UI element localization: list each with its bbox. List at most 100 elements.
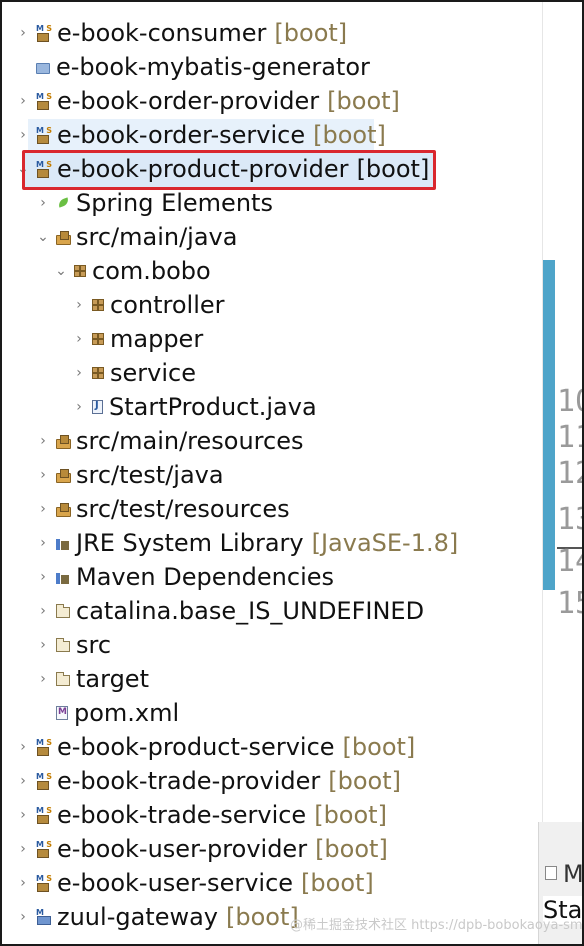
package-explorer-window: › S e-book-consumer [boot] e-book-mybati…	[0, 0, 584, 946]
tree-item-decoration: [boot]	[274, 19, 348, 47]
tree-item-decoration: [boot]	[327, 87, 400, 115]
chevron-right-icon[interactable]: ›	[16, 93, 30, 109]
tree-item-target[interactable]: › target	[2, 662, 540, 696]
spring-leaf-icon	[56, 196, 70, 210]
source-folder-icon	[56, 502, 71, 517]
tree-item-label: src/main/resources	[76, 427, 304, 455]
tree-item-label: Maven Dependencies	[76, 563, 335, 591]
tree-item-e-book-product-service[interactable]: › S e-book-product-service [boot]	[2, 730, 540, 764]
tree-item-label: src/test/resources	[76, 495, 290, 523]
maven-spring-project-icon: S	[36, 738, 52, 756]
tree-item-decoration: [boot]	[342, 733, 416, 761]
tree-item-label: mapper	[110, 325, 204, 353]
tree-item-label: controller	[110, 291, 225, 319]
tree-item-label: target	[76, 665, 149, 693]
tree-item-e-book-order-provider[interactable]: › S e-book-order-provider [boot]	[2, 84, 540, 118]
chevron-right-icon[interactable]: ›	[36, 501, 50, 517]
view-header-remnant	[32, 2, 202, 4]
tree-item-decoration: [boot]	[301, 869, 374, 897]
tree-item-src-main-java[interactable]: ⌄ src/main/java	[2, 220, 540, 254]
maven-spring-project-icon: S	[36, 840, 52, 858]
chevron-right-icon[interactable]: ›	[36, 467, 50, 483]
tree-item-spring-elements[interactable]: › Spring Elements	[2, 186, 540, 220]
tree-item-e-book-mybatis-generator[interactable]: e-book-mybatis-generator	[2, 50, 540, 84]
tree-item-catalina-base[interactable]: › catalina.base_IS_UNDEFINED	[2, 594, 540, 628]
package-icon	[92, 333, 104, 345]
line-number: 14	[557, 544, 582, 579]
chevron-right-icon[interactable]: ›	[36, 195, 50, 211]
chevron-right-icon[interactable]: ›	[16, 773, 30, 789]
folder-icon	[56, 671, 70, 686]
pom-xml-icon	[56, 706, 68, 720]
tree-item-pom-xml[interactable]: pom.xml	[2, 696, 540, 730]
tree-item-label: e-book-trade-provider	[57, 767, 321, 795]
panel-tab-label[interactable]: M	[563, 860, 582, 888]
source-folder-icon	[56, 434, 71, 449]
tree-item-e-book-order-service[interactable]: › S e-book-order-service [boot]	[2, 118, 540, 152]
tree-item-label: src	[76, 631, 112, 659]
tree-item-label: pom.xml	[74, 699, 180, 727]
tree-item-src-test-java[interactable]: › src/test/java	[2, 458, 540, 492]
chevron-right-icon[interactable]: ›	[72, 331, 86, 347]
tree-item-e-book-user-provider[interactable]: › S e-book-user-provider [boot]	[2, 832, 540, 866]
maven-spring-project-icon: S	[36, 92, 52, 110]
maven-spring-project-icon: S	[36, 772, 52, 790]
tree-item-e-book-product-provider[interactable]: ⌄ S e-book-product-provider [boot]	[2, 152, 540, 188]
chevron-right-icon[interactable]: ›	[16, 909, 30, 925]
chevron-down-icon[interactable]: ⌄	[54, 263, 68, 279]
chevron-right-icon[interactable]: ›	[36, 569, 50, 585]
line-number: 15	[557, 586, 582, 621]
chevron-right-icon[interactable]: ›	[72, 297, 86, 313]
tree-item-jre-system-library[interactable]: › JRE System Library [JavaSE-1.8]	[2, 526, 540, 560]
chevron-right-icon[interactable]: ›	[16, 807, 30, 823]
chevron-right-icon[interactable]: ›	[16, 841, 30, 857]
tree-item-label: service	[110, 359, 196, 387]
library-icon	[56, 571, 70, 584]
chevron-right-icon[interactable]: ›	[16, 127, 30, 143]
source-folder-icon	[56, 468, 71, 483]
chevron-right-icon[interactable]: ›	[36, 433, 50, 449]
tree-item-src-main-resources[interactable]: › src/main/resources	[2, 424, 540, 458]
chevron-right-icon[interactable]: ›	[16, 739, 30, 755]
tree-item-e-book-trade-provider[interactable]: › S e-book-trade-provider [boot]	[2, 764, 540, 798]
folder-icon	[56, 603, 70, 618]
project-folder-icon	[36, 62, 50, 74]
tree-item-service[interactable]: › service	[2, 356, 540, 390]
tree-item-com-bobo[interactable]: ⌄ com.bobo	[2, 254, 540, 288]
chevron-right-icon[interactable]: ›	[16, 25, 30, 41]
line-number: 11	[557, 420, 582, 455]
tree-item-e-book-trade-service[interactable]: › S e-book-trade-service [boot]	[2, 798, 540, 832]
chevron-right-icon[interactable]: ›	[36, 535, 50, 551]
java-file-icon	[92, 400, 103, 414]
tree-item-label: StartProduct.java	[109, 393, 317, 421]
chevron-down-icon[interactable]: ⌄	[36, 229, 50, 245]
watermark: @稀土掘金技术社区 https://dpb-bobokaoya-sm.blog.…	[290, 918, 583, 933]
chevron-right-icon[interactable]: ›	[16, 875, 30, 891]
tree-item-src[interactable]: › src	[2, 628, 540, 662]
tree-item-label: catalina.base_IS_UNDEFINED	[76, 597, 425, 625]
tree-item-e-book-consumer[interactable]: › S e-book-consumer [boot]	[2, 16, 540, 50]
tree-item-label: JRE System Library	[76, 529, 304, 557]
tree-item-mapper[interactable]: › mapper	[2, 322, 540, 356]
chevron-right-icon[interactable]: ›	[36, 671, 50, 687]
chevron-right-icon[interactable]: ›	[72, 399, 86, 415]
chevron-right-icon[interactable]: ›	[36, 603, 50, 619]
tree-item-decoration: [boot]	[356, 155, 430, 183]
tree-item-label: e-book-trade-service	[57, 801, 307, 829]
tree-item-maven-dependencies[interactable]: › Maven Dependencies	[2, 560, 540, 594]
chevron-down-icon[interactable]: ⌄	[16, 161, 30, 177]
tree-item-decoration: [JavaSE-1.8]	[311, 529, 459, 557]
tree-item-startproduct-java[interactable]: › StartProduct.java	[2, 390, 540, 424]
tree-item-controller[interactable]: › controller	[2, 288, 540, 322]
tree-item-src-test-resources[interactable]: › src/test/resources	[2, 492, 540, 526]
maven-spring-project-icon: S	[36, 160, 52, 178]
chevron-right-icon[interactable]: ›	[36, 637, 50, 653]
chevron-right-icon[interactable]: ›	[72, 365, 86, 381]
tree-item-e-book-user-service[interactable]: › S e-book-user-service [boot]	[2, 866, 540, 900]
maven-spring-project-icon: S	[36, 126, 52, 144]
scroll-marker	[543, 260, 555, 590]
editor-line-number-gutter: 10 11 12 13 14 15	[542, 2, 582, 822]
library-icon	[56, 537, 70, 550]
line-number: 13	[557, 502, 582, 537]
tree-item-decoration: [boot]	[226, 903, 299, 931]
